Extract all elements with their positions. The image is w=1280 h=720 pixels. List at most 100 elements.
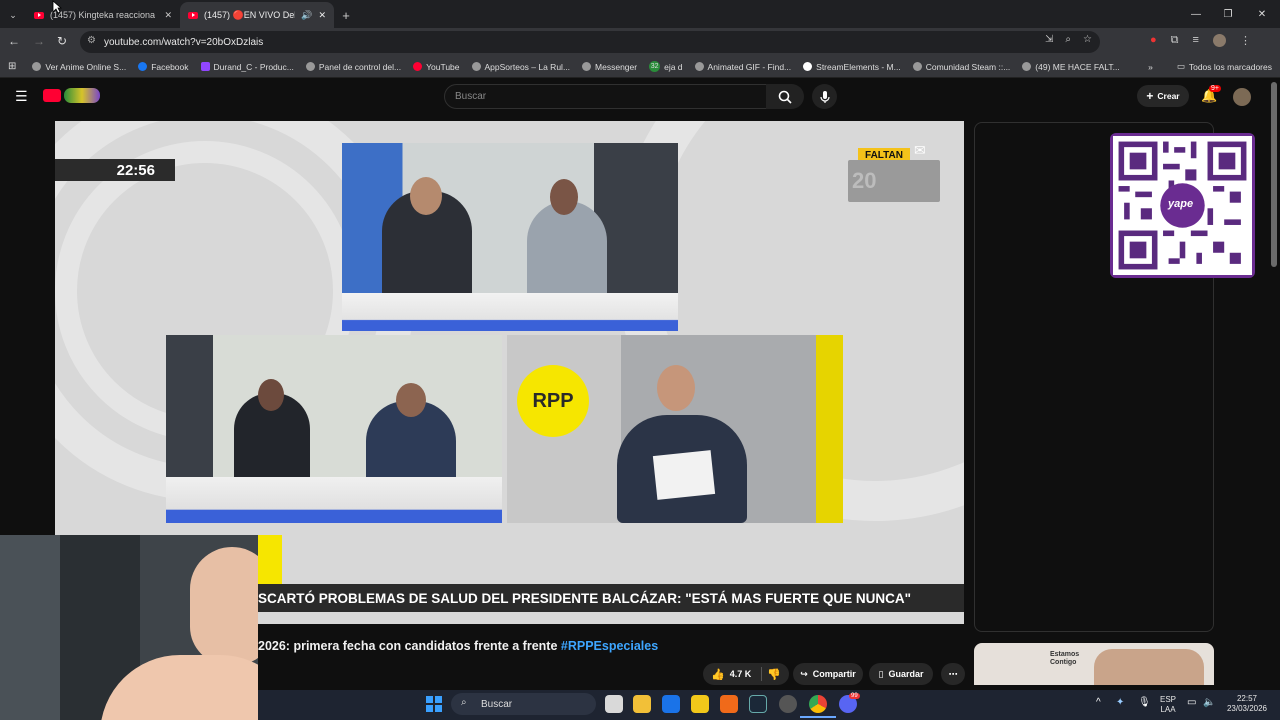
globe-icon	[471, 62, 481, 71]
apps-grid-icon[interactable]: ⊞	[0, 61, 26, 72]
reload-icon[interactable]: ↻	[57, 34, 67, 48]
bookmark-item[interactable]: Messenger	[576, 62, 643, 72]
bookmark-item[interactable]: Durand_C - Produc...	[195, 62, 300, 72]
video-clock: 22:56	[55, 159, 175, 181]
browser-tab-1[interactable]: (1457) Kingteka reacciona al de ✕	[26, 2, 180, 28]
youtube-favicon-icon	[34, 11, 44, 19]
facebook-icon	[138, 62, 148, 71]
globe-icon	[694, 62, 704, 71]
video-title: 2026: primera fecha con candidatos frent…	[258, 639, 659, 653]
youtube-favicon-icon	[188, 11, 198, 19]
window-controls: — ❐ ✕	[1180, 0, 1280, 28]
more-bookmarks-icon[interactable]: »	[1148, 62, 1171, 72]
bookmark-item[interactable]: Animated GIF - Find...	[689, 62, 798, 72]
tray-mic-icon[interactable]: 🎙	[1138, 697, 1151, 708]
hamburger-menu-icon[interactable]: ☰	[15, 88, 28, 105]
file-explorer-icon[interactable]	[633, 695, 651, 713]
create-button[interactable]: + Crear	[1137, 85, 1189, 107]
notifications-button[interactable]: 🔔 9+	[1201, 85, 1221, 104]
sidebar-ad-thumbnail[interactable]: Estamos Contigo	[974, 643, 1214, 685]
steam-icon[interactable]	[749, 695, 767, 713]
twitch-icon	[200, 62, 210, 71]
close-tab-icon[interactable]: ✕	[318, 10, 326, 21]
chrome-icon[interactable]	[809, 695, 827, 713]
voice-search-button[interactable]	[812, 84, 837, 109]
profile-avatar[interactable]	[1212, 34, 1226, 47]
outlook-icon[interactable]	[662, 695, 680, 713]
search-button[interactable]	[766, 84, 804, 109]
site-info-icon[interactable]: ⚙	[87, 35, 96, 46]
globe-icon	[305, 62, 315, 71]
taskbar-clock[interactable]: 22:57 23/03/2026	[1222, 694, 1272, 714]
studio-panel-right: RPP	[507, 335, 843, 523]
volume-icon[interactable]: 🔈	[1203, 697, 1215, 708]
page-scrollbar[interactable]	[1271, 82, 1277, 267]
tab-title: (1457) Kingteka reacciona al de	[50, 10, 158, 20]
menu-dots-icon[interactable]: ⋮	[1240, 34, 1251, 47]
bookmark-item[interactable]: 32 eja d	[643, 61, 688, 72]
share-button[interactable]: ↪ Compartir	[793, 663, 863, 685]
bookmark-item[interactable]: (49) ME HACE FALT...	[1016, 62, 1125, 72]
share-icon: ↪	[800, 668, 808, 679]
app-gear-icon[interactable]	[779, 695, 797, 713]
app-yellow-icon[interactable]	[691, 695, 709, 713]
studio-desk	[166, 477, 502, 523]
yape-label: yape	[1168, 198, 1194, 210]
host-head	[657, 365, 695, 411]
ad-people-image	[1094, 649, 1204, 685]
language-indicator[interactable]: ESP LAA	[1156, 695, 1180, 715]
youtube-logo[interactable]	[43, 88, 100, 103]
video-hashtag[interactable]: #RPPEspeciales	[561, 639, 658, 653]
taskbar-search[interactable]: ⌕ Buscar	[451, 693, 596, 715]
url-bar[interactable]: ⚙ youtube.com/watch?v=20bOxDzlais ⇲ ⌕ ☆	[80, 31, 1100, 53]
background-wall	[0, 535, 60, 720]
bookmark-item[interactable]: Panel de control del...	[300, 62, 407, 72]
ballot-icon: ✉	[914, 142, 926, 158]
speaker-icon[interactable]: 🔊	[301, 10, 312, 21]
save-button[interactable]: ▯ Guardar	[869, 663, 933, 685]
thumbs-up-icon: 👍	[711, 668, 725, 681]
close-tab-icon[interactable]: ✕	[164, 10, 172, 21]
media-control-icon[interactable]: ≡	[1193, 34, 1199, 47]
new-tab-button[interactable]: +	[334, 2, 358, 28]
all-bookmarks-folder[interactable]: ▭ Todos los marcadores	[1171, 61, 1280, 72]
network-icon[interactable]: ▭	[1187, 697, 1196, 708]
bookmark-item[interactable]: Ver Anime Online S...	[26, 62, 132, 72]
webcam-overlay	[0, 535, 258, 720]
search-input[interactable]: Buscar	[444, 84, 767, 109]
globe-icon	[912, 62, 922, 71]
star-icon[interactable]: ☆	[1083, 34, 1092, 45]
install-icon[interactable]: ⇲	[1045, 34, 1053, 45]
bookmark-item[interactable]: StreamElements - M...	[797, 62, 907, 72]
forward-icon[interactable]: →	[33, 34, 45, 48]
tray-app-icon[interactable]: ✦	[1116, 697, 1124, 708]
extension-red-icon[interactable]: ●	[1150, 34, 1157, 47]
extensions-icon[interactable]: ⧉	[1171, 34, 1179, 47]
globe-icon	[582, 62, 592, 71]
task-view-icon[interactable]	[605, 695, 623, 713]
maximize-icon[interactable]: ❐	[1212, 9, 1244, 20]
taskbar-search-icon: ⌕	[461, 697, 467, 708]
back-icon[interactable]: ←	[8, 34, 20, 48]
minimize-icon[interactable]: —	[1180, 9, 1212, 20]
bookmark-item[interactable]: AppSorteos – La Rul...	[466, 62, 577, 72]
like-button[interactable]: 👍 4.7 K 👎	[703, 663, 789, 685]
thumbs-down-icon[interactable]: 👎	[767, 668, 781, 681]
close-window-icon[interactable]: ✕	[1244, 9, 1280, 20]
windows-taskbar	[258, 690, 1280, 720]
zoom-icon[interactable]: ⌕	[1065, 34, 1071, 45]
bookmark-item[interactable]: Facebook	[132, 62, 194, 72]
browser-tabbar: ⌄ (1457) Kingteka reacciona al de ✕ (145…	[0, 0, 1280, 28]
tray-chevron-icon[interactable]: ^	[1096, 697, 1101, 708]
more-actions-button[interactable]: ⋯	[941, 663, 965, 685]
bookmark-item[interactable]: YouTube	[407, 62, 465, 72]
app-orange-icon[interactable]	[720, 695, 738, 713]
rpp-logo: RPP	[517, 365, 589, 437]
browser-tab-2[interactable]: (1457) 🔴EN VIVO Debate 🔊 ✕	[180, 2, 334, 28]
bookmark-item[interactable]: Comunidad Steam ::...	[907, 62, 1017, 72]
account-avatar[interactable]	[1233, 88, 1251, 106]
tab-search-button[interactable]: ⌄	[0, 2, 26, 28]
youtube-icon	[413, 62, 423, 71]
studio-panel-top	[342, 143, 678, 331]
windows-start-icon[interactable]	[426, 696, 442, 712]
